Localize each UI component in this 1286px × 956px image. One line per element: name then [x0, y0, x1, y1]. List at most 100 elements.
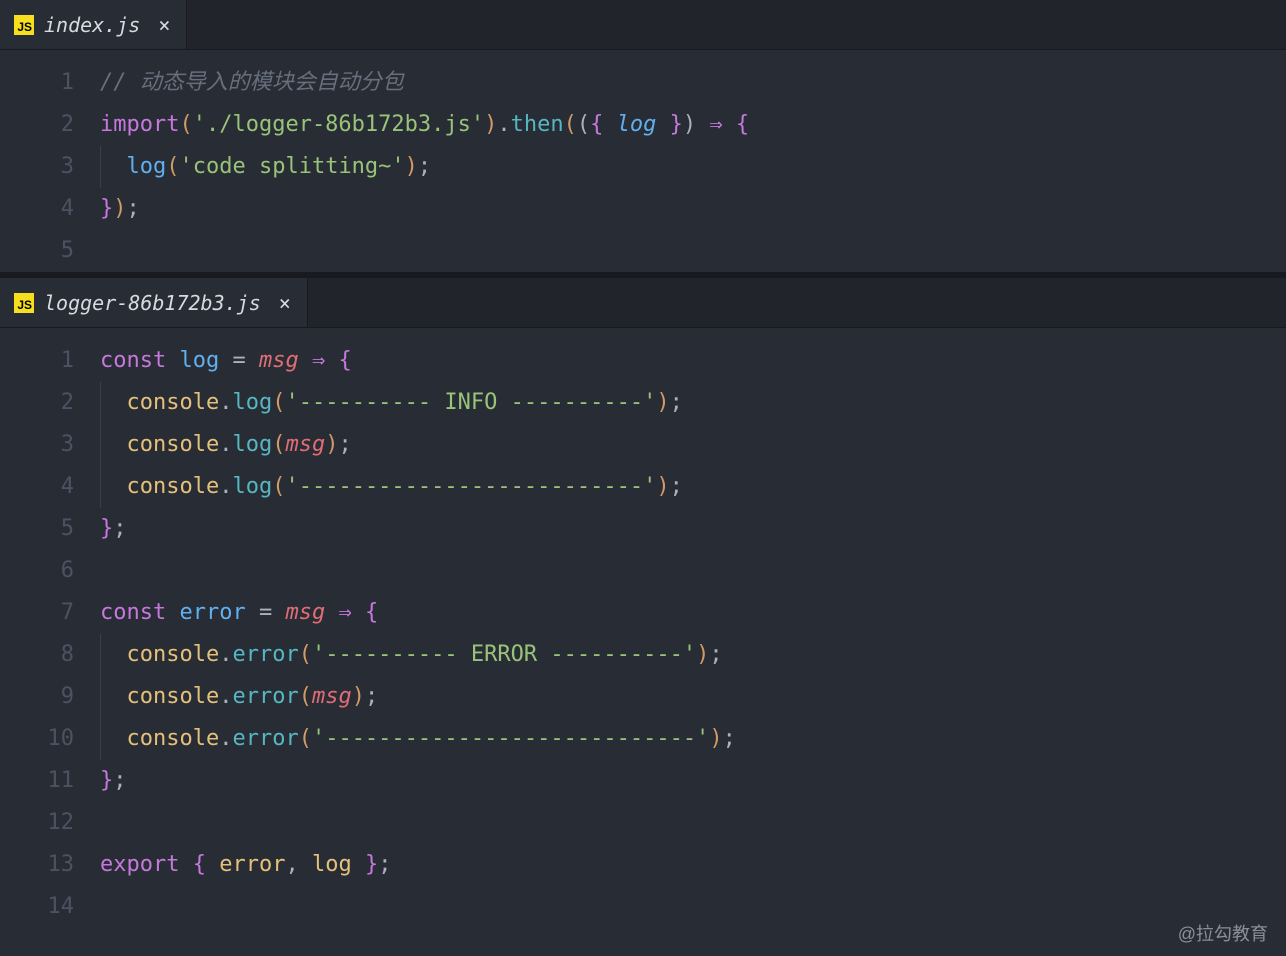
code-token	[100, 474, 127, 499]
code-token: (	[299, 684, 312, 709]
code-editor[interactable]: 1234567891011121314 const log = msg ⇒ { …	[0, 328, 1286, 928]
code-token	[246, 348, 259, 373]
code-token: log	[232, 474, 272, 499]
code-token: ⇒	[709, 112, 722, 137]
code-token	[100, 390, 127, 415]
js-file-icon: JS	[14, 15, 34, 35]
code-token: (	[166, 154, 179, 179]
code-token: console	[127, 726, 220, 751]
code-token: }	[100, 516, 113, 541]
line-number: 3	[0, 146, 74, 188]
code-token: msg	[312, 684, 352, 709]
code-line[interactable]: console.log(msg);	[100, 424, 1286, 466]
code-token: then	[511, 112, 564, 137]
code-token	[100, 726, 127, 751]
code-token: import	[100, 112, 179, 137]
line-number: 5	[0, 230, 74, 272]
code-line[interactable]: import('./logger-86b172b3.js').then(({ l…	[100, 104, 1286, 146]
code-token	[352, 600, 365, 625]
code-token: }	[100, 768, 113, 793]
line-number: 12	[0, 802, 74, 844]
tab-bar: JS index.js ×	[0, 0, 1286, 50]
code-line[interactable]: // 动态导入的模块会自动分包	[100, 62, 1286, 104]
code-token	[299, 348, 312, 373]
code-token: const	[100, 348, 166, 373]
line-number: 8	[0, 634, 74, 676]
code-line[interactable]: console.error('---------- ERROR --------…	[100, 634, 1286, 676]
code-token: .	[219, 726, 232, 751]
code-token: ;	[113, 768, 126, 793]
code-line[interactable]	[100, 886, 1286, 928]
code-token: )	[696, 642, 709, 667]
code-token: ;	[365, 684, 378, 709]
code-token: (	[179, 112, 192, 137]
code-token: ;	[723, 726, 736, 751]
line-number: 2	[0, 382, 74, 424]
code-line[interactable]: const log = msg ⇒ {	[100, 340, 1286, 382]
code-token: console	[127, 474, 220, 499]
line-number: 14	[0, 886, 74, 928]
code-line[interactable]: console.error('-------------------------…	[100, 718, 1286, 760]
tab-filename: logger-86b172b3.js	[44, 291, 261, 315]
tab-logger-js[interactable]: JS logger-86b172b3.js ×	[0, 278, 308, 327]
code-line[interactable]: log('code splitting~');	[100, 146, 1286, 188]
code-token	[219, 348, 232, 373]
code-token: .	[219, 474, 232, 499]
code-token: ;	[670, 390, 683, 415]
code-line[interactable]: export { error, log };	[100, 844, 1286, 886]
code-line[interactable]: };	[100, 760, 1286, 802]
code-area[interactable]: const log = msg ⇒ { console.log('-------…	[100, 340, 1286, 928]
code-token: 'code splitting~'	[180, 154, 405, 179]
code-token: log	[312, 852, 352, 877]
code-line[interactable]	[100, 550, 1286, 592]
code-token: (	[299, 642, 312, 667]
line-number-gutter: 12345	[0, 62, 100, 272]
tab-filename: index.js	[44, 13, 140, 37]
code-token	[299, 852, 312, 877]
line-number: 7	[0, 592, 74, 634]
code-token: console	[127, 432, 220, 457]
code-token: {	[736, 112, 749, 137]
code-line[interactable]	[100, 802, 1286, 844]
code-line[interactable]: console.log('--------------------------'…	[100, 466, 1286, 508]
code-line[interactable]: const error = msg ⇒ {	[100, 592, 1286, 634]
close-icon[interactable]: ×	[158, 15, 170, 35]
tab-index-js[interactable]: JS index.js ×	[0, 0, 187, 49]
code-token: {	[590, 112, 617, 137]
code-token: )	[325, 432, 338, 457]
code-token: )	[113, 196, 126, 221]
code-editor[interactable]: 12345 // 动态导入的模块会自动分包import('./logger-86…	[0, 50, 1286, 272]
code-token: .	[219, 390, 232, 415]
code-line[interactable]: console.error(msg);	[100, 676, 1286, 718]
tab-bar: JS logger-86b172b3.js ×	[0, 278, 1286, 328]
code-line[interactable]: };	[100, 508, 1286, 550]
code-line[interactable]: });	[100, 188, 1286, 230]
line-number: 1	[0, 62, 74, 104]
code-token: msg	[259, 348, 299, 373]
code-token	[100, 154, 127, 179]
code-token: .	[219, 684, 232, 709]
code-token: '---------- ERROR ----------'	[312, 642, 696, 667]
js-file-icon: JS	[14, 293, 34, 313]
code-token: (	[272, 474, 285, 499]
code-token: (	[299, 726, 312, 751]
line-number: 11	[0, 760, 74, 802]
code-token: './logger-86b172b3.js'	[193, 112, 484, 137]
code-token: ;	[378, 852, 391, 877]
code-token	[100, 684, 127, 709]
close-icon[interactable]: ×	[279, 293, 291, 313]
code-line[interactable]: console.log('---------- INFO ----------'…	[100, 382, 1286, 424]
code-token: .	[497, 112, 510, 137]
code-token: .	[219, 432, 232, 457]
code-token: log	[617, 112, 657, 137]
code-token: .	[219, 642, 232, 667]
code-token: }	[100, 196, 113, 221]
code-token: ;	[709, 642, 722, 667]
code-token: =	[259, 600, 272, 625]
code-token	[100, 432, 127, 457]
code-token	[179, 852, 192, 877]
code-area[interactable]: // 动态导入的模块会自动分包import('./logger-86b172b3…	[100, 62, 1286, 272]
code-token: ;	[113, 516, 126, 541]
code-token: error	[219, 852, 285, 877]
code-line[interactable]	[100, 230, 1286, 272]
